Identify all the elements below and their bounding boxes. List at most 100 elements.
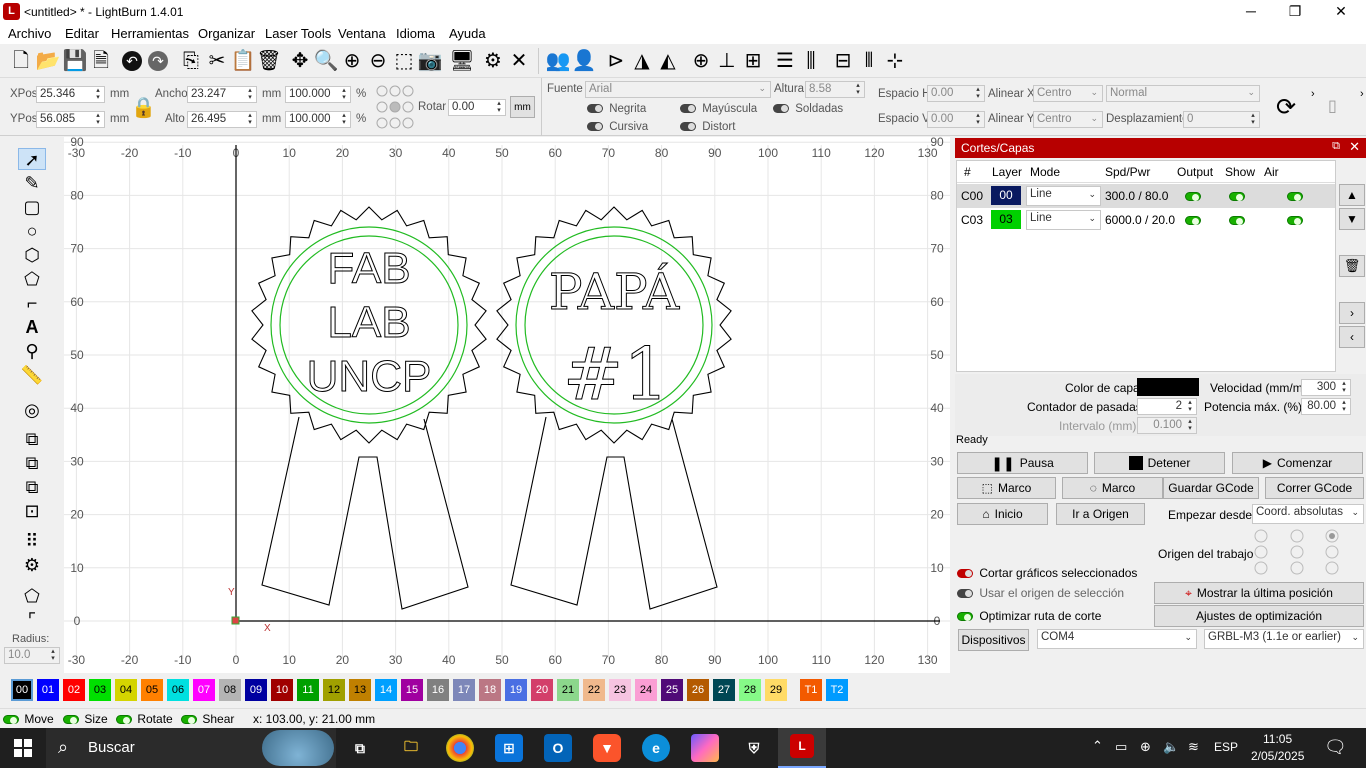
select-tool-icon[interactable]: ➚ bbox=[18, 148, 46, 170]
clock-date[interactable]: 2/05/2025 bbox=[1251, 749, 1304, 763]
devices-button[interactable]: Dispositivos bbox=[958, 629, 1029, 651]
export-icon[interactable]: 🗎 bbox=[88, 48, 114, 74]
palette-swatch-22[interactable]: 22 bbox=[583, 679, 605, 701]
align-tool-icon[interactable]: ▯ bbox=[1328, 96, 1337, 116]
menu-archivo[interactable]: Archivo bbox=[8, 26, 51, 41]
text-tool-icon[interactable]: A bbox=[18, 316, 46, 338]
anchor-selector[interactable] bbox=[375, 83, 415, 131]
alignx-select[interactable]: Centro ⌄ bbox=[1033, 85, 1103, 102]
speed-field[interactable]: 300 ▴ ▾ bbox=[1301, 379, 1351, 396]
palette-swatch-02[interactable]: 02 bbox=[63, 679, 85, 701]
polygon-tool-icon[interactable]: ⬡ bbox=[18, 244, 46, 266]
palette-swatch-05[interactable]: 05 bbox=[141, 679, 163, 701]
table-row[interactable]: C03 03 Line ⌄ 6000.0 / 20.0 bbox=[957, 208, 1335, 232]
show-toggle[interactable] bbox=[1229, 213, 1245, 227]
wifi-icon[interactable]: ≋ bbox=[1188, 739, 1199, 755]
font-select[interactable]: Arial ⌄ bbox=[585, 81, 771, 98]
aligny-select[interactable]: Centro ⌄ bbox=[1033, 111, 1103, 128]
paste-icon[interactable]: 📋 bbox=[230, 48, 256, 74]
store-icon[interactable]: ⊞ bbox=[495, 734, 523, 762]
marker-tool-icon[interactable]: ⚲ bbox=[18, 340, 46, 362]
palette-swatch-04[interactable]: 04 bbox=[115, 679, 137, 701]
output-toggle[interactable] bbox=[1185, 213, 1201, 227]
camera-icon[interactable]: 📷 bbox=[417, 48, 443, 74]
palette-swatch-18[interactable]: 18 bbox=[479, 679, 501, 701]
mode-select[interactable]: Line ⌄ bbox=[1026, 186, 1101, 206]
device-select[interactable]: GRBL-M3 (1.1e or earlier) ⌄ bbox=[1204, 629, 1364, 649]
menu-herramientas[interactable]: Herramientas bbox=[111, 26, 189, 41]
show-toggle[interactable] bbox=[1229, 189, 1245, 203]
gear-icon[interactable]: ⚙ bbox=[480, 48, 506, 74]
grid-array-icon[interactable]: ⠿ bbox=[18, 530, 46, 552]
brave-icon[interactable]: ▼ bbox=[593, 734, 621, 762]
start-button[interactable]: ▶ Comenzar bbox=[1232, 452, 1363, 474]
menu-ayuda[interactable]: Ayuda bbox=[449, 26, 486, 41]
spacing-v-icon[interactable]: ⫴ bbox=[856, 48, 882, 74]
float-panel-icon[interactable]: ⧉ bbox=[1332, 140, 1340, 153]
zoom-in-icon[interactable]: ⊕ bbox=[339, 48, 365, 74]
menu-editar[interactable]: Editar bbox=[65, 26, 99, 41]
size-toggle[interactable]: Size bbox=[63, 712, 108, 726]
mirror-icon[interactable]: ◮ bbox=[629, 48, 655, 74]
weld-icon[interactable]: ⊡ bbox=[18, 500, 46, 522]
edit-nodes-icon[interactable]: ⬠ bbox=[18, 268, 46, 290]
port-select[interactable]: COM4 ⌄ bbox=[1037, 629, 1197, 649]
palette-swatch-21[interactable]: 21 bbox=[557, 679, 579, 701]
align-center-icon[interactable]: ⊕ bbox=[688, 48, 714, 74]
job-origin-selector[interactable] bbox=[1253, 528, 1343, 576]
show-last-position-button[interactable]: ⌖ Mostrar la última posición bbox=[1154, 582, 1364, 604]
frame-round-button[interactable]: ◌ Marco bbox=[1062, 477, 1163, 499]
ellipse-tool-icon[interactable]: ○ bbox=[18, 220, 46, 242]
palette-swatch-12[interactable]: 12 bbox=[323, 679, 345, 701]
table-row[interactable]: C00 00 Line ⌄ 300.0 / 80.0 bbox=[957, 184, 1335, 208]
offset-shapes-icon[interactable]: ◎ bbox=[18, 399, 46, 421]
rotate-toggle[interactable]: Rotate bbox=[116, 712, 173, 726]
move-icon[interactable]: ✥ bbox=[287, 48, 313, 74]
distribute-h-icon[interactable]: ☰ bbox=[772, 48, 798, 74]
taskbar-search[interactable]: ⌕ Buscar bbox=[46, 728, 336, 768]
collapse-left-icon[interactable]: ‹ bbox=[1339, 326, 1365, 348]
tray-chevron-icon[interactable]: ⌃ bbox=[1092, 738, 1103, 754]
optimize-toggle[interactable]: Optimizar ruta de corte bbox=[957, 609, 1101, 623]
tab-tool-icon[interactable]: ⬠ bbox=[18, 585, 46, 607]
align-middle-icon[interactable]: ⊞ bbox=[740, 48, 766, 74]
menu-ventana[interactable]: Ventana bbox=[338, 26, 386, 41]
laser-view-icon[interactable]: ⟳ bbox=[1272, 94, 1300, 122]
palette-swatch-19[interactable]: 19 bbox=[505, 679, 527, 701]
lightburn-taskbar-button[interactable]: L bbox=[778, 728, 826, 768]
ypos-field[interactable]: 56.085 ▴ ▾ bbox=[36, 111, 105, 128]
passes-field[interactable]: 2 ▴ ▾ bbox=[1137, 398, 1197, 415]
expand-arrow-icon[interactable]: › bbox=[1311, 88, 1315, 100]
rotate-icon[interactable]: ◭ bbox=[655, 48, 681, 74]
align-bottom-icon[interactable]: ⊥ bbox=[714, 48, 740, 74]
palette-swatch-08[interactable]: 08 bbox=[219, 679, 241, 701]
redo-icon[interactable]: ↷ bbox=[145, 48, 171, 74]
volume-icon[interactable]: 🔈 bbox=[1163, 739, 1179, 755]
keyboard-language[interactable]: ESP bbox=[1214, 740, 1238, 754]
layer-color-swatch[interactable] bbox=[1137, 378, 1199, 396]
move-layer-down-button[interactable]: ▼ bbox=[1339, 208, 1365, 230]
palette-swatch-17[interactable]: 17 bbox=[453, 679, 475, 701]
outlook-icon[interactable]: O bbox=[544, 734, 572, 762]
expand-right-icon[interactable]: › bbox=[1339, 302, 1365, 324]
text-papa[interactable]: PAPÁ bbox=[548, 262, 680, 322]
distribute-v-icon[interactable]: ⫼ bbox=[798, 48, 824, 74]
palette-swatch-26[interactable]: 26 bbox=[687, 679, 709, 701]
palette-swatch-15[interactable]: 15 bbox=[401, 679, 423, 701]
open-folder-icon[interactable]: 📂 bbox=[35, 48, 61, 74]
move-to-laser-icon[interactable]: ⊹ bbox=[882, 48, 908, 74]
close-panel-icon[interactable]: ✕ bbox=[1349, 139, 1360, 155]
tools-icon[interactable]: ✕ bbox=[506, 48, 532, 74]
text-mode-select[interactable]: Normal ⌄ bbox=[1106, 85, 1260, 102]
height-field[interactable]: 26.495 ▴ ▾ bbox=[187, 111, 257, 128]
cut-selected-toggle[interactable]: Cortar gráficos seleccionados bbox=[957, 566, 1137, 580]
scale-w-field[interactable]: 100.000 ▴ ▾ bbox=[285, 86, 351, 103]
edge-icon[interactable]: e bbox=[642, 734, 670, 762]
start-from-select[interactable]: Coord. absolutas ⌄ bbox=[1252, 504, 1364, 524]
palette-swatch-13[interactable]: 13 bbox=[349, 679, 371, 701]
menu-organizar[interactable]: Organizar bbox=[198, 26, 255, 41]
minimize-button[interactable]: ─ bbox=[1228, 0, 1274, 24]
new-file-icon[interactable]: 🗋 bbox=[8, 48, 34, 74]
monitor-icon[interactable]: 🖥 bbox=[449, 48, 475, 74]
air-toggle[interactable] bbox=[1287, 189, 1303, 203]
